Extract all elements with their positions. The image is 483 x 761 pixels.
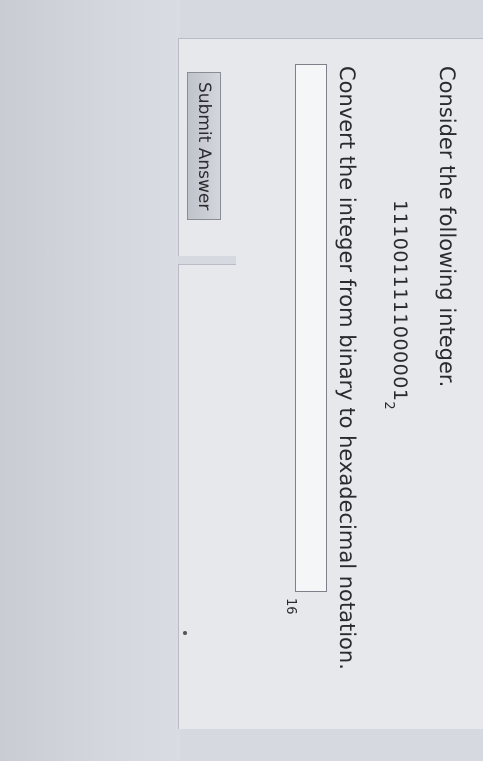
dust-speck <box>183 631 187 635</box>
binary-digits: 1110011111000001 <box>389 200 411 402</box>
answer-base-subscript: 16 <box>283 598 298 615</box>
submit-answer-button[interactable]: Submit Answer <box>187 72 221 221</box>
hex-answer-input[interactable] <box>295 64 327 592</box>
answer-row: 16 <box>283 64 327 615</box>
binary-number: 11100111110000012 <box>381 200 411 410</box>
binary-base-subscript: 2 <box>381 401 397 411</box>
question-instruction: Convert the integer from binary to hexad… <box>335 66 359 670</box>
rotated-content: Consider the following integer. 11100111… <box>0 0 483 761</box>
question-intro: Consider the following integer. <box>435 66 459 388</box>
